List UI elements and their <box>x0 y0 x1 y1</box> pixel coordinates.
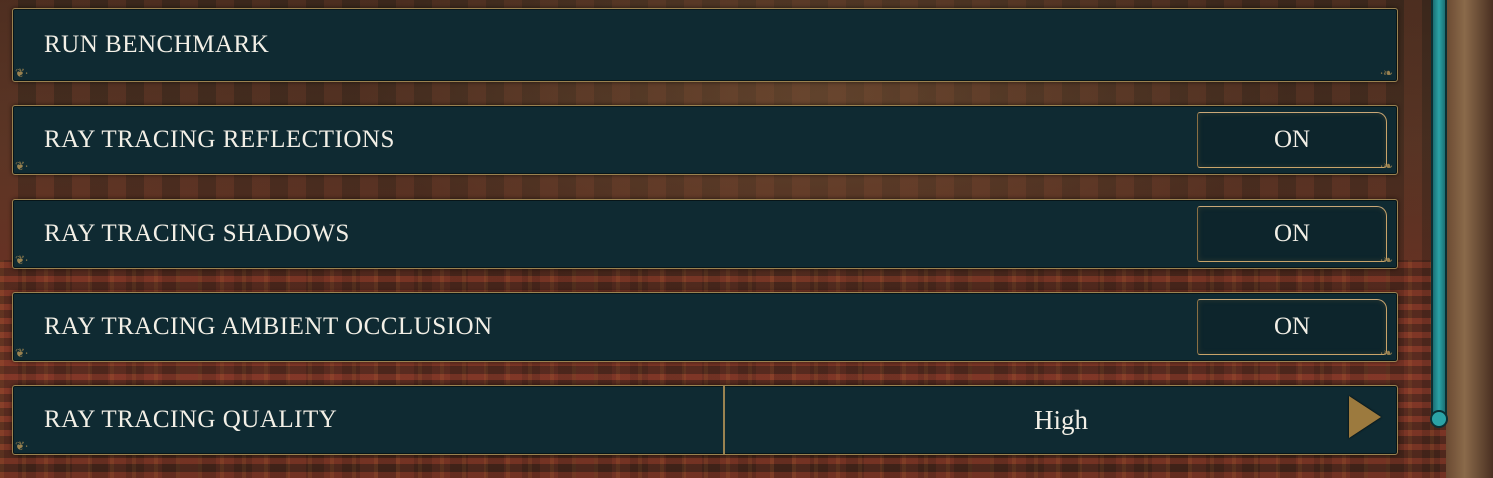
rt-quality-row[interactable]: RAY TRACING QUALITY High ❦∙ <box>12 385 1398 455</box>
rt-shadows-row[interactable]: RAY TRACING SHADOWS ON ❦∙ ∙❧ <box>12 199 1398 269</box>
rt-shadows-toggle[interactable]: ON <box>1197 206 1387 262</box>
rt-reflections-row[interactable]: RAY TRACING REFLECTIONS ON ❦∙ ∙❧ <box>12 105 1398 175</box>
arrow-right-icon[interactable] <box>1349 396 1381 438</box>
ornament-right-icon: ∙❧ <box>1379 66 1393 80</box>
rt-quality-value: High <box>1034 404 1088 435</box>
run-benchmark-button[interactable]: RUN BENCHMARK ❦∙ ∙❧ <box>12 8 1398 82</box>
rt-quality-label: RAY TRACING QUALITY <box>44 406 338 433</box>
run-benchmark-label: RUN BENCHMARK <box>44 31 270 58</box>
rt-reflections-toggle[interactable]: ON <box>1197 112 1387 168</box>
ornament-right-icon: ∙❧ <box>1379 253 1393 267</box>
side-ornament <box>1446 0 1493 478</box>
rt-ao-label: RAY TRACING AMBIENT OCCLUSION <box>44 313 493 340</box>
scrollbar-knob[interactable] <box>1430 410 1448 428</box>
rt-ao-toggle[interactable]: ON <box>1197 299 1387 355</box>
ornament-left-icon: ❦∙ <box>15 66 29 80</box>
ornament-right-icon: ∙❧ <box>1379 159 1393 173</box>
ornament-right-icon: ∙❧ <box>1379 346 1393 360</box>
rt-shadows-label: RAY TRACING SHADOWS <box>44 220 350 247</box>
rt-ao-row[interactable]: RAY TRACING AMBIENT OCCLUSION ON ❦∙ ∙❧ <box>12 292 1398 362</box>
scrollbar[interactable] <box>1431 0 1447 415</box>
ornament-left-icon: ❦∙ <box>15 346 29 360</box>
ornament-left-icon: ❦∙ <box>15 159 29 173</box>
rt-reflections-label: RAY TRACING REFLECTIONS <box>44 126 395 153</box>
ornament-left-icon: ❦∙ <box>15 439 29 453</box>
ornament-left-icon: ❦∙ <box>15 253 29 267</box>
